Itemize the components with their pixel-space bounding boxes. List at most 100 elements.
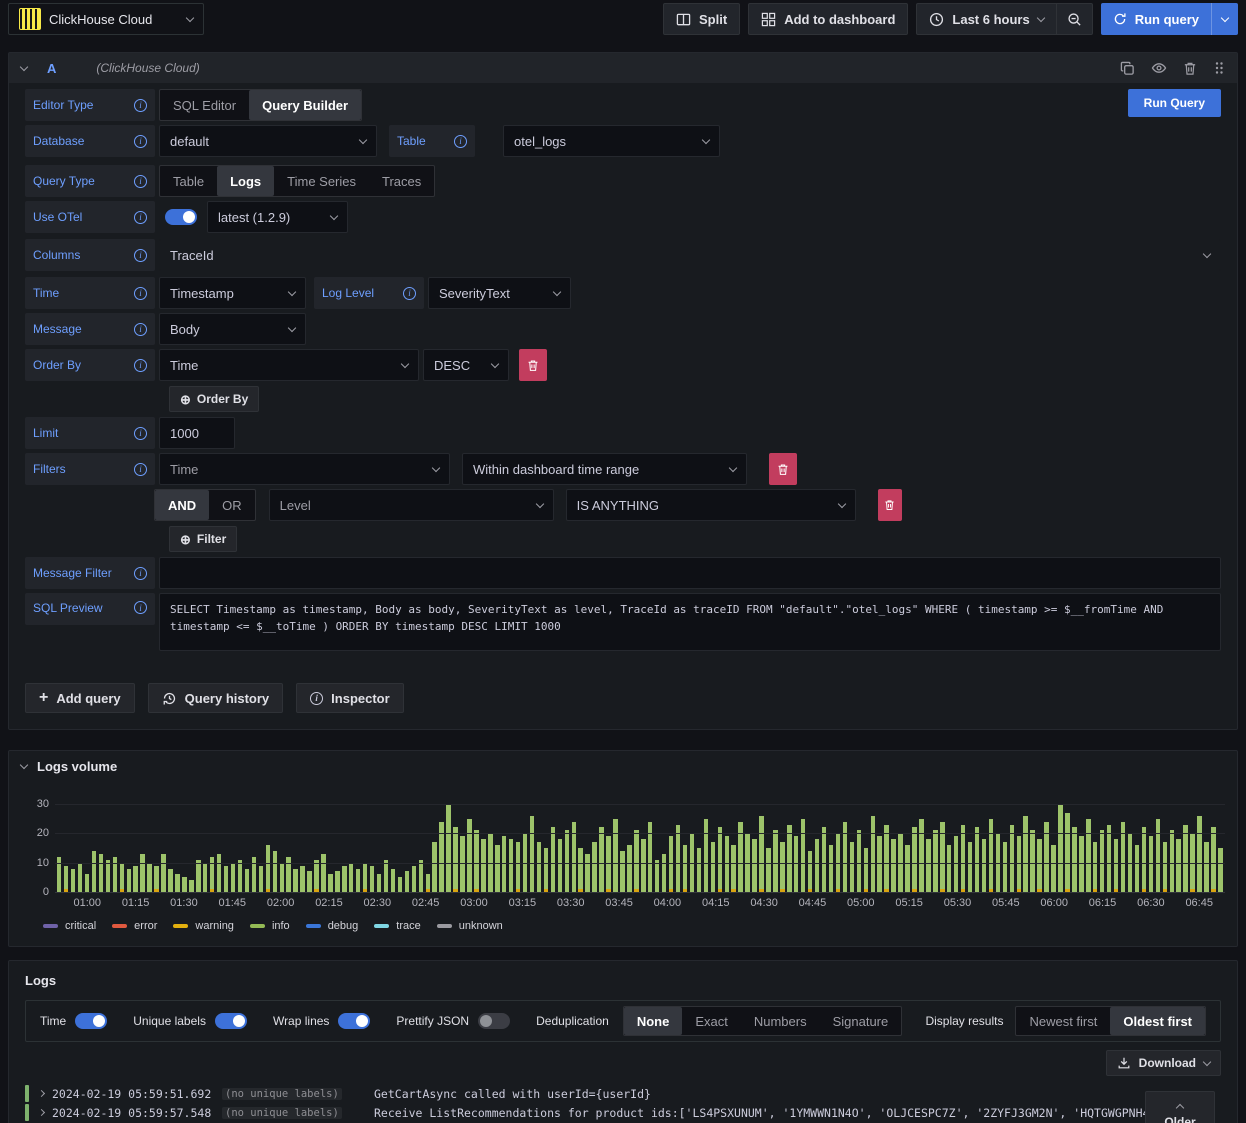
volume-bar[interactable] (745, 804, 750, 892)
volume-bar[interactable] (57, 804, 62, 892)
query-row-header[interactable]: A (ClickHouse Cloud) (9, 53, 1237, 83)
volume-bar[interactable] (196, 804, 201, 892)
volume-bar[interactable] (543, 804, 549, 892)
volume-bar[interactable] (1044, 804, 1049, 892)
info-icon[interactable]: i (134, 358, 147, 372)
volume-bar[interactable] (481, 804, 486, 892)
expand-chevron-icon[interactable] (37, 1108, 46, 1117)
legend-item-error[interactable]: error (112, 920, 157, 932)
volume-bar[interactable] (995, 804, 1001, 892)
volume-bar[interactable] (258, 804, 264, 892)
prettify-json-toggle[interactable] (478, 1013, 511, 1029)
volume-bar[interactable] (807, 804, 813, 892)
zoom-out-button[interactable] (1055, 3, 1093, 35)
volume-bar[interactable] (696, 804, 702, 892)
info-icon[interactable]: i (454, 134, 467, 148)
volume-bar[interactable] (279, 804, 284, 892)
run-query-panel-button[interactable]: Run Query (1127, 89, 1221, 117)
volume-bar[interactable] (300, 804, 305, 892)
volume-bar[interactable] (1099, 804, 1105, 892)
filter2-field-select[interactable]: Level (268, 489, 554, 521)
volume-bar[interactable] (606, 804, 611, 892)
conjunction-or[interactable]: OR (209, 490, 255, 520)
volume-bar[interactable] (1023, 804, 1028, 892)
volume-bar[interactable] (828, 804, 834, 892)
use-otel-toggle[interactable] (165, 209, 197, 225)
volume-bar[interactable] (342, 804, 347, 892)
order-by-select[interactable]: Time (159, 349, 419, 381)
volume-bar[interactable] (286, 804, 291, 892)
volume-bar[interactable] (1148, 804, 1154, 892)
volume-bar[interactable] (856, 804, 862, 892)
volume-bar[interactable] (168, 804, 173, 892)
volume-bar[interactable] (237, 804, 243, 892)
info-icon[interactable]: i (134, 426, 147, 440)
volume-bar[interactable] (272, 804, 277, 892)
volume-bar[interactable] (209, 804, 215, 892)
volume-bar[interactable] (1204, 804, 1209, 892)
volume-bar[interactable] (1190, 804, 1195, 892)
split-button[interactable]: Split (663, 3, 741, 35)
remove-filter2-button[interactable] (877, 489, 902, 521)
volume-bar[interactable] (77, 804, 83, 892)
volume-bar[interactable] (1120, 804, 1126, 892)
query-type-tab-traces[interactable]: Traces (369, 166, 434, 196)
volume-bar[interactable] (265, 804, 271, 892)
volume-bar[interactable] (800, 804, 806, 892)
volume-bar[interactable] (1141, 804, 1147, 892)
volume-bar[interactable] (905, 804, 910, 892)
table-select[interactable]: otel_logs (503, 125, 720, 157)
volume-bar[interactable] (362, 804, 368, 892)
volume-bar[interactable] (849, 804, 855, 892)
volume-bar[interactable] (1037, 804, 1042, 892)
dedup-numbers[interactable]: Numbers (741, 1007, 820, 1035)
info-icon[interactable]: i (134, 462, 147, 476)
older-logs-button[interactable]: Older logs (1145, 1091, 1215, 1123)
legend-item-critical[interactable]: critical (43, 920, 96, 932)
volume-bar[interactable] (578, 804, 583, 892)
volume-bar[interactable] (724, 804, 729, 892)
volume-bar[interactable] (515, 804, 521, 892)
volume-bar[interactable] (536, 804, 542, 892)
volume-bar[interactable] (425, 804, 430, 892)
volume-bar[interactable] (787, 804, 792, 892)
volume-bar[interactable] (335, 804, 340, 892)
filter2-operator-select[interactable]: IS ANYTHING (565, 489, 856, 521)
volume-bar[interactable] (974, 804, 980, 892)
legend-item-unknown[interactable]: unknown (436, 920, 503, 932)
volume-bar[interactable] (182, 804, 187, 892)
volume-bar[interactable] (460, 804, 465, 892)
remove-order-by-button[interactable] (519, 349, 547, 381)
volume-bar[interactable] (967, 804, 973, 892)
volume-bar[interactable] (126, 804, 131, 892)
volume-bar[interactable] (981, 804, 987, 892)
volume-bar[interactable] (870, 804, 875, 892)
volume-bar[interactable] (216, 804, 222, 892)
collapse-chevron-icon[interactable] (19, 760, 29, 770)
volume-bar[interactable] (321, 804, 326, 892)
filter-operator-select[interactable]: Within dashboard time range (462, 453, 747, 485)
columns-multiselect[interactable]: TraceId (159, 239, 1221, 271)
volume-bar[interactable] (390, 804, 396, 892)
legend-item-info[interactable]: info (249, 920, 290, 932)
info-icon[interactable]: i (134, 98, 147, 112)
volume-bar[interactable] (641, 804, 646, 892)
query-type-tab-logs[interactable]: Logs (217, 166, 275, 196)
volume-bar[interactable] (105, 804, 111, 892)
editor-type-sql-editor[interactable]: SQL Editor (160, 90, 249, 120)
volume-bar[interactable] (564, 804, 570, 892)
log-level-select[interactable]: SeverityText (428, 277, 571, 309)
volume-bar[interactable] (661, 804, 667, 892)
volume-bar[interactable] (63, 804, 69, 892)
volume-bar[interactable] (251, 804, 257, 892)
info-icon[interactable]: i (134, 248, 147, 262)
log-row[interactable]: 2024-02-19 05:59:51.692 (no unique labels… (25, 1084, 1221, 1103)
volume-bar[interactable] (960, 804, 966, 892)
volume-bar[interactable] (474, 804, 479, 892)
add-query-button[interactable]: + Add query (25, 683, 135, 713)
volume-bar[interactable] (675, 804, 681, 892)
add-to-dashboard-button[interactable]: Add to dashboard (748, 3, 909, 35)
query-type-tab-table[interactable]: Table (160, 166, 217, 196)
volume-bar[interactable] (1030, 804, 1035, 892)
volume-bar[interactable] (766, 804, 771, 892)
